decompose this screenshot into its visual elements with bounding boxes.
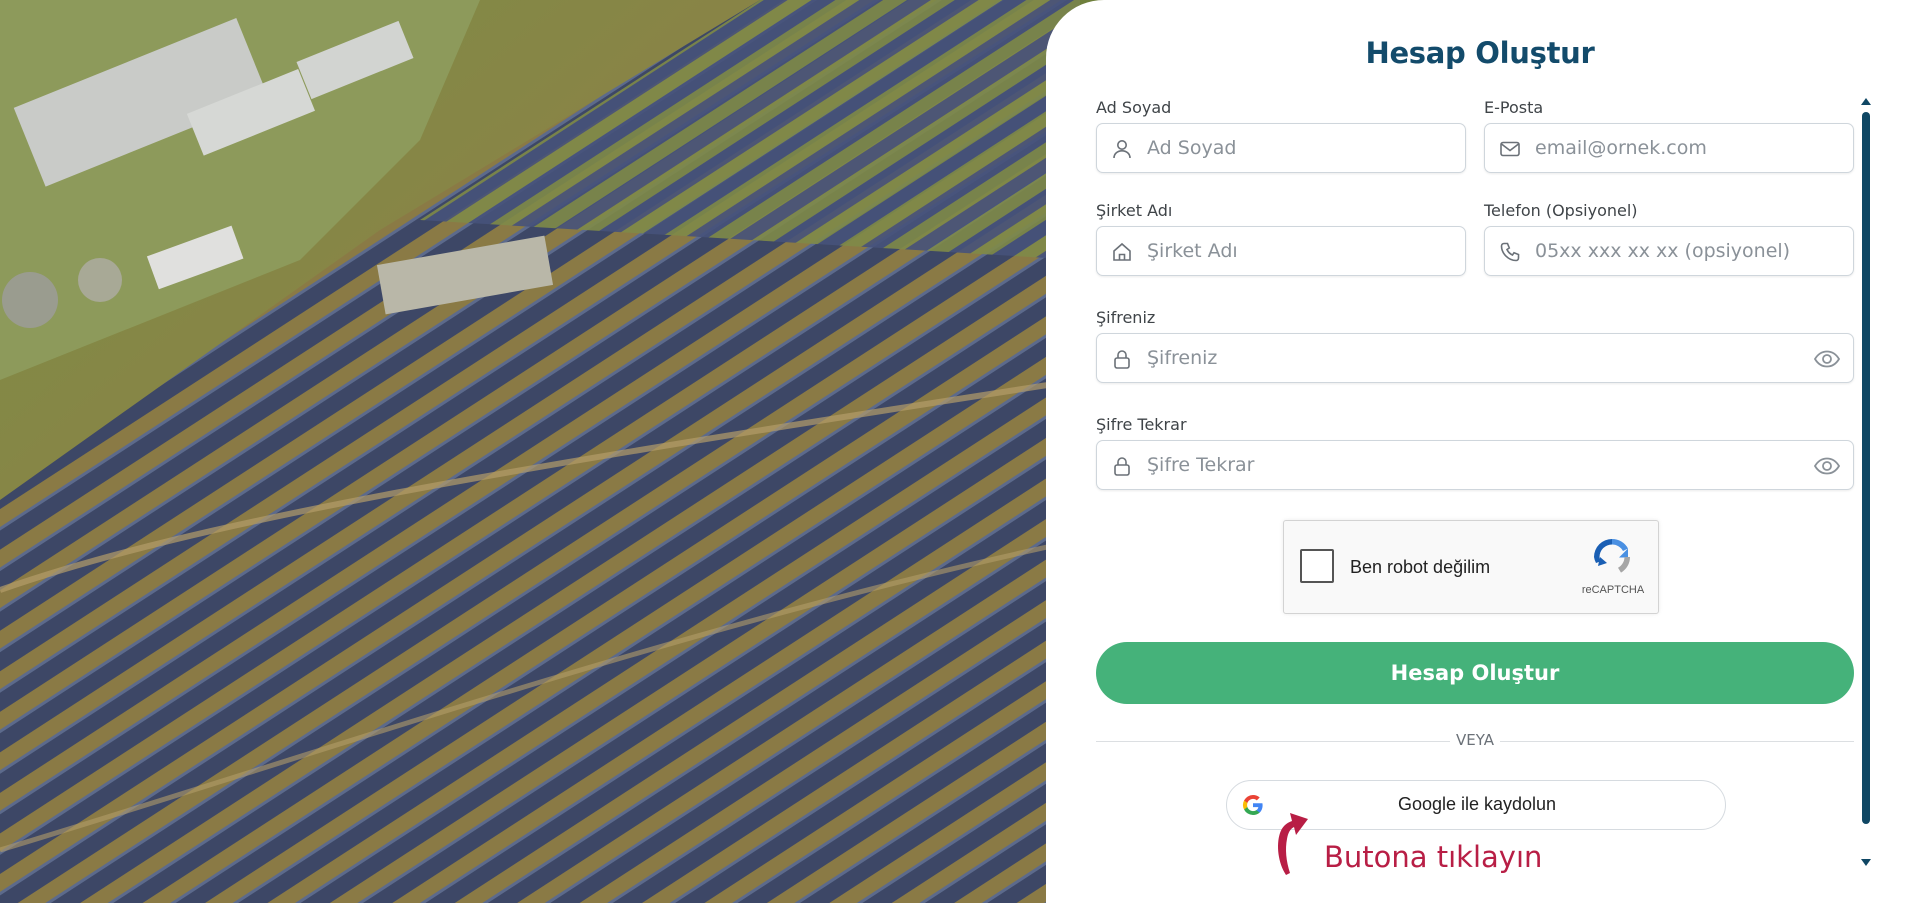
- email-label: E-Posta: [1484, 98, 1544, 117]
- full-name-input-box[interactable]: [1096, 123, 1466, 173]
- home-icon: [1111, 241, 1133, 263]
- full-name-field: Ad Soyad: [1096, 98, 1466, 178]
- password-input-box[interactable]: [1096, 333, 1854, 383]
- curved-arrow-icon: [1266, 805, 1312, 877]
- create-account-button[interactable]: Hesap Oluştur: [1096, 642, 1854, 704]
- divider-label: VEYA: [1450, 731, 1500, 749]
- password-field: Şifreniz: [1096, 308, 1854, 388]
- recaptcha-label: Ben robot değilim: [1350, 557, 1491, 577]
- mail-icon: [1499, 138, 1521, 160]
- phone-input[interactable]: [1535, 235, 1835, 267]
- company-input-box[interactable]: [1096, 226, 1466, 276]
- scroll-down-arrow-icon[interactable]: [1861, 859, 1871, 866]
- recaptcha-widget: Ben robot değilim reCAPTCHA: [1283, 520, 1659, 614]
- user-icon: [1111, 138, 1133, 160]
- phone-label: Telefon (Opsiyonel): [1484, 201, 1638, 220]
- signup-panel: Hesap Oluştur Ad Soyad E-Posta Şirket Ad…: [1046, 0, 1914, 903]
- password-repeat-field: Şifre Tekrar: [1096, 415, 1854, 495]
- email-input-box[interactable]: [1484, 123, 1854, 173]
- company-label: Şirket Adı: [1096, 201, 1173, 220]
- phone-field: Telefon (Opsiyonel): [1484, 201, 1854, 281]
- password-repeat-input-box[interactable]: [1096, 440, 1854, 490]
- lock-icon: [1111, 348, 1133, 370]
- scroll-up-arrow-icon[interactable]: [1861, 98, 1871, 105]
- solar-farm-background-image: [0, 0, 1080, 903]
- lock-icon: [1111, 455, 1133, 477]
- email-field: E-Posta: [1484, 98, 1854, 178]
- click-hint-text: Butona tıklayın: [1324, 840, 1543, 874]
- email-input[interactable]: [1535, 132, 1835, 164]
- show-password-repeat-eye-icon[interactable]: [1813, 454, 1841, 478]
- company-field: Şirket Adı: [1096, 201, 1466, 281]
- full-name-label: Ad Soyad: [1096, 98, 1172, 117]
- company-input[interactable]: [1147, 235, 1447, 267]
- scrollbar-thumb[interactable]: [1862, 112, 1870, 824]
- page-title: Hesap Oluştur: [1365, 36, 1595, 70]
- show-password-eye-icon[interactable]: [1813, 347, 1841, 371]
- recaptcha-checkbox[interactable]: [1300, 549, 1334, 583]
- password-repeat-label: Şifre Tekrar: [1096, 415, 1187, 434]
- full-name-input[interactable]: [1147, 132, 1447, 164]
- recaptcha-brand: reCAPTCHA: [1581, 584, 1645, 596]
- phone-input-box[interactable]: [1484, 226, 1854, 276]
- password-input[interactable]: [1147, 342, 1787, 374]
- recaptcha-logo-icon: [1590, 535, 1634, 579]
- password-repeat-input[interactable]: [1147, 449, 1787, 481]
- password-label: Şifreniz: [1096, 308, 1156, 327]
- phone-icon: [1499, 241, 1521, 263]
